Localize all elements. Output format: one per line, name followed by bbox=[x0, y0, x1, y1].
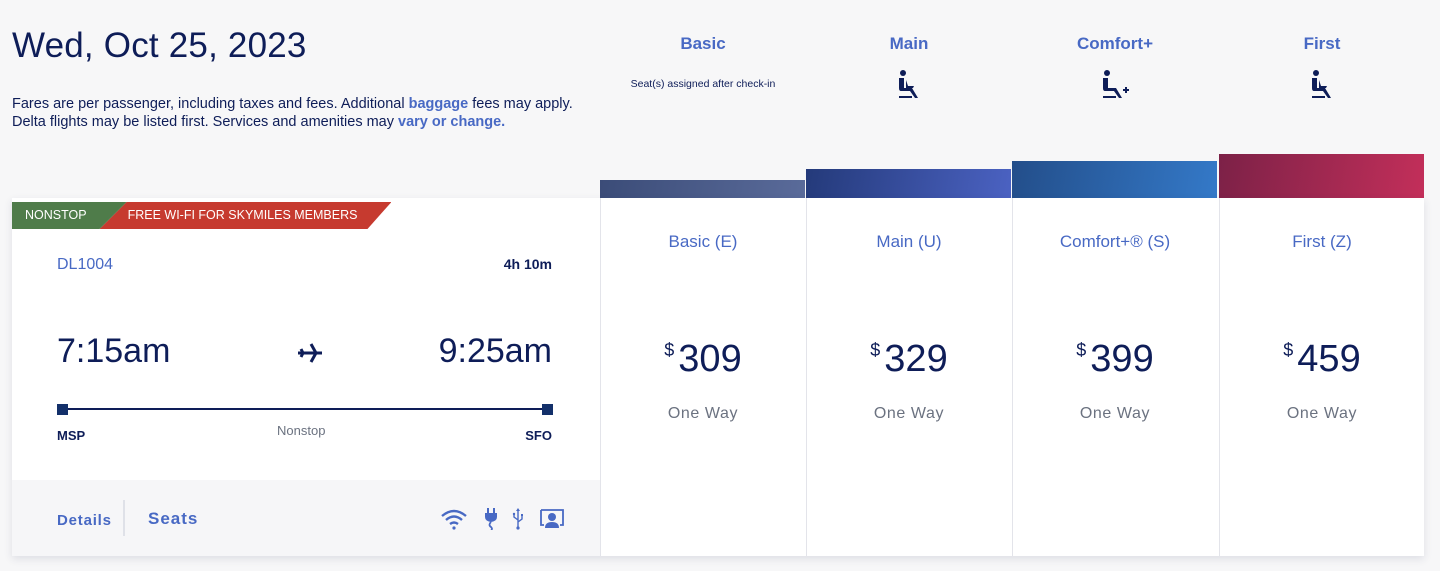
trip-type: One Way bbox=[667, 405, 739, 422]
destination-airport: SFO bbox=[525, 428, 552, 443]
page-title: Wed, Oct 25, 2023 bbox=[12, 26, 307, 65]
fare-option-comfort-plus[interactable]: Comfort+® (S) $399 One Way bbox=[1012, 198, 1217, 556]
cabin-header-comfort-plus: Comfort+ bbox=[1012, 34, 1218, 107]
baggage-link[interactable]: baggage bbox=[409, 96, 469, 112]
cabin-name: Main bbox=[889, 34, 929, 53]
fare-class-label: Comfort+® (S) bbox=[1059, 232, 1171, 251]
origin-airport: MSP bbox=[57, 428, 86, 443]
currency-symbol: $ bbox=[870, 340, 881, 360]
seats-button[interactable]: Seats bbox=[148, 509, 198, 529]
fare-price: $399 bbox=[1013, 338, 1217, 381]
cabin-header-main: Main bbox=[806, 34, 1012, 107]
route-line bbox=[62, 408, 548, 410]
vary-or-change-link[interactable]: vary or change. bbox=[398, 114, 505, 130]
fare-option-basic[interactable]: Basic (E) $309 One Way bbox=[600, 198, 805, 556]
disclaimer-text: Fares are per passenger, including taxes… bbox=[12, 96, 409, 112]
seat-recline-icon bbox=[1312, 70, 1331, 98]
seat-plus-icon bbox=[1103, 70, 1129, 98]
currency-symbol: $ bbox=[1283, 340, 1294, 360]
destination-marker bbox=[542, 404, 553, 415]
trip-type: One Way bbox=[873, 405, 945, 422]
departure-time: 7:15am bbox=[57, 332, 171, 370]
flight-info: NONSTOP FREE WI-FI FOR SKYMILES MEMBERS … bbox=[12, 198, 600, 556]
trip-type: One Way bbox=[1286, 405, 1358, 422]
cabin-bar-first bbox=[1219, 154, 1424, 198]
flight-number[interactable]: DL1004 bbox=[57, 256, 113, 274]
flight-tags: NONSTOP FREE WI-FI FOR SKYMILES MEMBERS bbox=[12, 202, 391, 229]
price-amount: 399 bbox=[1090, 338, 1154, 380]
fare-price: $459 bbox=[1220, 338, 1424, 381]
cabin-header-first: First bbox=[1219, 34, 1425, 107]
trip-type: One Way bbox=[1079, 405, 1151, 422]
flight-footer: Details Seats bbox=[12, 480, 600, 556]
entertainment-screen-icon bbox=[540, 509, 564, 528]
seat-icon bbox=[899, 70, 918, 98]
fare-price: $309 bbox=[601, 338, 805, 381]
arrival-time: 9:25am bbox=[438, 332, 552, 370]
fare-price: $329 bbox=[807, 338, 1011, 381]
details-button[interactable]: Details bbox=[57, 512, 112, 529]
fare-disclaimer: Fares are per passenger, including taxes… bbox=[12, 95, 602, 131]
cabin-bar-basic bbox=[600, 180, 805, 198]
fare-option-first[interactable]: First (Z) $459 One Way bbox=[1219, 198, 1424, 556]
fare-class-label: First (Z) bbox=[1292, 232, 1352, 251]
stops-label: Nonstop bbox=[277, 423, 326, 438]
price-amount: 459 bbox=[1297, 338, 1361, 380]
cabin-name: First bbox=[1303, 34, 1341, 53]
divider bbox=[123, 500, 125, 536]
currency-symbol: $ bbox=[1076, 340, 1087, 360]
cabin-subtitle: Seat(s) assigned after check-in bbox=[630, 78, 776, 90]
fare-option-main[interactable]: Main (U) $329 One Way bbox=[806, 198, 1011, 556]
free-wifi-tag: FREE WI-FI FOR SKYMILES MEMBERS bbox=[100, 202, 392, 229]
airplane-icon bbox=[298, 343, 322, 363]
currency-symbol: $ bbox=[664, 340, 675, 360]
wifi-icon bbox=[441, 509, 467, 530]
cabin-bar-main bbox=[806, 169, 1011, 198]
price-amount: 309 bbox=[678, 338, 742, 380]
power-plug-icon bbox=[485, 508, 497, 530]
cabin-name: Comfort+ bbox=[1076, 34, 1154, 53]
cabin-bar-comfort-plus bbox=[1012, 161, 1217, 198]
price-amount: 329 bbox=[884, 338, 948, 380]
cabin-name: Basic bbox=[680, 34, 726, 53]
flight-result-card: NONSTOP FREE WI-FI FOR SKYMILES MEMBERS … bbox=[12, 198, 1424, 556]
usb-icon bbox=[512, 508, 523, 530]
origin-marker bbox=[57, 404, 68, 415]
fare-class-label: Basic (E) bbox=[668, 232, 738, 251]
fare-class-label: Main (U) bbox=[876, 232, 942, 251]
cabin-header-basic: Basic Seat(s) assigned after check-in bbox=[600, 34, 806, 90]
flight-duration: 4h 10m bbox=[503, 256, 552, 272]
